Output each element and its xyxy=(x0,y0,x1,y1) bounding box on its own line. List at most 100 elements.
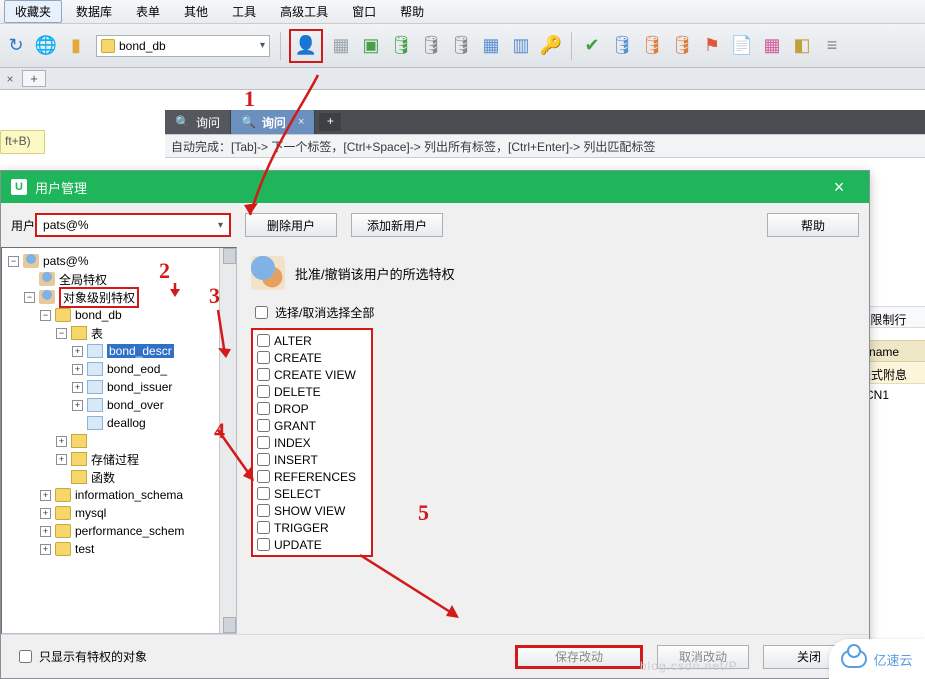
tree-table[interactable]: bond_eod_ xyxy=(107,362,167,376)
menu-forms[interactable]: 表单 xyxy=(126,1,170,22)
priv-item[interactable]: ALTER xyxy=(257,332,367,349)
priv-item[interactable]: CREATE VIEW xyxy=(257,366,367,383)
save-button[interactable]: 保存改动 xyxy=(515,645,643,669)
expand-toggle[interactable]: + xyxy=(72,346,83,357)
priv-checkbox[interactable] xyxy=(257,470,270,483)
menu-help[interactable]: 帮助 xyxy=(390,1,434,22)
priv-checkbox[interactable] xyxy=(257,453,270,466)
tree-scrollbar[interactable] xyxy=(219,248,236,633)
doc-icon[interactable]: 📄 xyxy=(730,34,754,58)
tree-table[interactable]: bond_over xyxy=(107,398,164,412)
tree-root[interactable]: pats@% xyxy=(43,254,89,268)
object-tree[interactable]: −pats@% 全局特权 −对象级别特权 −bond_db −表 +bond_d… xyxy=(1,247,237,634)
priv-checkbox[interactable] xyxy=(257,521,270,534)
db-restore-icon[interactable]: 🛢 xyxy=(449,34,473,58)
priv-checkbox[interactable] xyxy=(257,487,270,500)
key-icon[interactable]: 🔑 xyxy=(539,34,563,58)
menu-other[interactable]: 其他 xyxy=(174,1,218,22)
help-button[interactable]: 帮助 xyxy=(767,213,859,237)
priv-item[interactable]: DROP xyxy=(257,400,367,417)
priv-item[interactable]: GRANT xyxy=(257,417,367,434)
priv-checkbox[interactable] xyxy=(257,334,270,347)
grid-icon[interactable]: ▦ xyxy=(479,34,503,58)
export-icon[interactable]: ▣ xyxy=(359,34,383,58)
tree-procs[interactable]: 存储过程 xyxy=(91,451,139,468)
select-all-input[interactable] xyxy=(255,306,268,319)
priv-item[interactable]: TRIGGER xyxy=(257,519,367,536)
priv-item[interactable]: DELETE xyxy=(257,383,367,400)
expand-toggle[interactable]: − xyxy=(56,328,67,339)
tree-object-priv[interactable]: 对象级别特权 xyxy=(59,287,139,308)
menu-advanced[interactable]: 高级工具 xyxy=(270,1,338,22)
tree-db[interactable]: bond_db xyxy=(75,308,122,322)
list-icon[interactable]: ≡ xyxy=(820,34,844,58)
query-tab-1[interactable]: 🔍 询问 xyxy=(165,110,231,134)
refresh-icon[interactable]: ↻ xyxy=(4,34,28,58)
expand-toggle[interactable]: + xyxy=(40,490,51,501)
add-user-button[interactable]: 添加新用户 xyxy=(351,213,443,237)
menu-tools[interactable]: 工具 xyxy=(222,1,266,22)
only-priv-checkbox[interactable]: 只显示有特权的对象 xyxy=(15,647,147,666)
sync-2-icon[interactable]: 🛢 xyxy=(640,34,664,58)
tree-db[interactable]: performance_schem xyxy=(75,524,184,538)
priv-checkbox[interactable] xyxy=(257,385,270,398)
expand-toggle[interactable]: + xyxy=(56,454,67,465)
priv-checkbox[interactable] xyxy=(257,419,270,432)
expand-toggle[interactable]: − xyxy=(8,256,19,267)
priv-item[interactable]: SHOW VIEW xyxy=(257,502,367,519)
expand-toggle[interactable]: + xyxy=(72,382,83,393)
priv-item[interactable]: SELECT xyxy=(257,485,367,502)
tree-table[interactable]: deallog xyxy=(107,416,146,430)
priv-item[interactable]: CREATE xyxy=(257,349,367,366)
sync-3-icon[interactable]: 🛢 xyxy=(670,34,694,58)
query-tab-2[interactable]: 🔍 询问 × xyxy=(231,110,315,134)
only-priv-input[interactable] xyxy=(19,650,32,663)
tree-tables[interactable]: 表 xyxy=(91,325,103,342)
menu-favorites[interactable]: 收藏夹 xyxy=(4,0,62,23)
menu-database[interactable]: 数据库 xyxy=(66,1,122,22)
priv-item[interactable]: INDEX xyxy=(257,434,367,451)
panel-icon[interactable]: ◧ xyxy=(790,34,814,58)
tree-table[interactable]: bond_issuer xyxy=(107,380,172,394)
expand-toggle[interactable]: − xyxy=(24,292,35,303)
tab-close-icon[interactable]: × xyxy=(0,72,20,86)
tree-db[interactable]: test xyxy=(75,542,94,556)
tree-db[interactable]: information_schema xyxy=(75,488,183,502)
delete-user-button[interactable]: 删除用户 xyxy=(245,213,337,237)
priv-checkbox[interactable] xyxy=(257,351,270,364)
expand-toggle[interactable]: + xyxy=(40,508,51,519)
expand-toggle[interactable]: + xyxy=(40,544,51,555)
priv-checkbox[interactable] xyxy=(257,402,270,415)
bookmark-icon[interactable]: ✔ xyxy=(580,34,604,58)
user-combobox[interactable]: pats@% ▾ xyxy=(35,213,231,237)
calendar-icon[interactable]: ▦ xyxy=(760,34,784,58)
priv-item[interactable]: REFERENCES xyxy=(257,468,367,485)
expand-toggle[interactable]: + xyxy=(56,436,67,447)
sync-1-icon[interactable]: 🛢 xyxy=(610,34,634,58)
priv-checkbox[interactable] xyxy=(257,504,270,517)
sql-icon[interactable]: ▮ xyxy=(64,34,88,58)
expand-toggle[interactable]: + xyxy=(40,526,51,537)
db-import-icon[interactable]: 🛢 xyxy=(389,34,413,58)
tree-table[interactable]: bond_descr xyxy=(107,344,174,358)
database-combobox[interactable]: bond_db ▾ xyxy=(96,35,270,57)
tree-db[interactable]: mysql xyxy=(75,506,106,520)
expand-toggle[interactable]: + xyxy=(72,400,83,411)
priv-checkbox[interactable] xyxy=(257,538,270,551)
open-table-icon[interactable]: ▦ xyxy=(329,34,353,58)
flag-icon[interactable]: ⚑ xyxy=(700,34,724,58)
tree-global-priv[interactable]: 全局特权 xyxy=(59,271,107,288)
tab-close-icon[interactable]: × xyxy=(298,116,304,128)
globe-icon[interactable]: 🌐 xyxy=(34,34,58,58)
priv-checkbox[interactable] xyxy=(257,368,270,381)
tab-add-button[interactable]: + xyxy=(22,70,46,87)
query-tab-add[interactable]: + xyxy=(319,113,341,131)
tree-funcs[interactable]: 函数 xyxy=(91,469,115,486)
dialog-close-button[interactable]: × xyxy=(819,171,859,203)
menu-window[interactable]: 窗口 xyxy=(342,1,386,22)
select-all-checkbox[interactable]: 选择/取消选择全部 xyxy=(251,303,857,322)
priv-checkbox[interactable] xyxy=(257,436,270,449)
priv-item[interactable]: UPDATE xyxy=(257,536,367,553)
expand-toggle[interactable]: − xyxy=(40,310,51,321)
db-backup-icon[interactable]: 🛢 xyxy=(419,34,443,58)
